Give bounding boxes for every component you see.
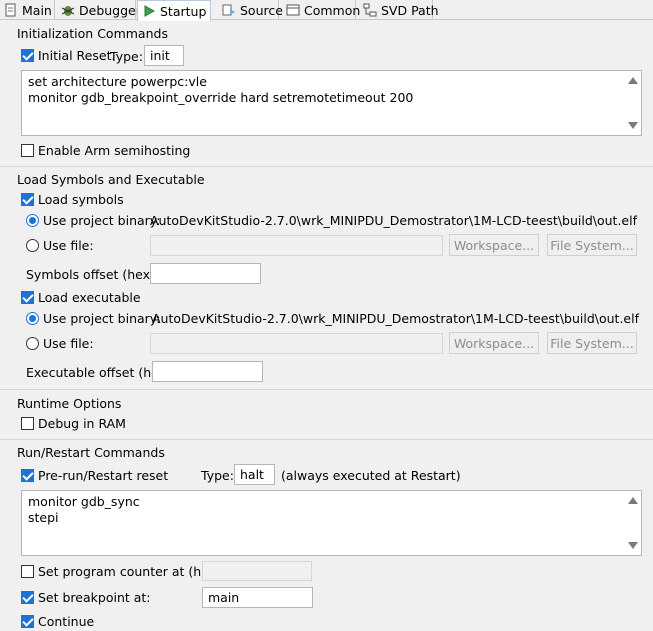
main-icon bbox=[4, 3, 18, 17]
checkbox-box[interactable] bbox=[21, 417, 34, 430]
semihosting-label: Enable Arm semihosting bbox=[38, 143, 191, 158]
run-type-note: (always executed at Restart) bbox=[281, 468, 461, 483]
separator bbox=[0, 389, 653, 390]
set-breakpoint-field[interactable]: main bbox=[202, 587, 313, 608]
tab-main[interactable]: Main bbox=[0, 0, 55, 20]
exec-project-path: AutoDevKitStudio-2.7.0\wrk_MINIPDU_Demos… bbox=[152, 311, 639, 326]
tab-source[interactable]: Source bbox=[218, 0, 283, 20]
tab-startup-label: Startup bbox=[160, 3, 207, 19]
checkbox-box[interactable] bbox=[21, 469, 34, 482]
tab-bar: Main Debugger Startup Source Common SVD … bbox=[0, 0, 653, 21]
exec-use-file-label: Use file: bbox=[43, 336, 94, 351]
run-type-field[interactable]: halt bbox=[234, 464, 275, 485]
load-group-title: Load Symbols and Executable bbox=[17, 172, 205, 187]
set-pc-checkbox[interactable]: Set program counter at (hex): bbox=[21, 564, 225, 579]
symbols-filesystem-button[interactable]: File System... bbox=[547, 234, 637, 256]
common-icon bbox=[286, 3, 300, 17]
tab-main-label: Main bbox=[22, 2, 52, 18]
init-commands-scrollbar[interactable] bbox=[625, 71, 641, 135]
symbols-use-file-label: Use file: bbox=[43, 238, 94, 253]
radio-dot[interactable] bbox=[26, 337, 39, 350]
checkbox-box[interactable] bbox=[21, 615, 34, 628]
set-breakpoint-label: Set breakpoint at: bbox=[38, 590, 151, 605]
scroll-down-icon[interactable] bbox=[628, 122, 638, 129]
prerun-reset-checkbox[interactable]: Pre-run/Restart reset bbox=[21, 468, 168, 483]
load-symbols-label: Load symbols bbox=[38, 192, 124, 207]
checkbox-box[interactable] bbox=[21, 144, 34, 157]
separator bbox=[0, 439, 653, 440]
run-commands-textarea[interactable]: monitor gdb_sync stepi bbox=[21, 490, 642, 556]
continue-label: Continue bbox=[38, 614, 95, 629]
init-command-line: set architecture powerpc:vle bbox=[28, 74, 207, 89]
exec-offset-field[interactable] bbox=[152, 361, 263, 382]
prerun-reset-label: Pre-run/Restart reset bbox=[38, 468, 169, 483]
exec-use-file-radio[interactable]: Use file: bbox=[26, 336, 94, 351]
run-commands-scrollbar[interactable] bbox=[625, 491, 641, 555]
symbols-workspace-button[interactable]: Workspace... bbox=[449, 234, 539, 256]
symbols-file-field[interactable] bbox=[150, 235, 443, 256]
debug-in-ram-label: Debug in RAM bbox=[38, 416, 126, 431]
radio-dot[interactable] bbox=[26, 312, 39, 325]
separator bbox=[0, 166, 653, 167]
run-command-line: stepi bbox=[28, 510, 59, 525]
checkbox-box[interactable] bbox=[21, 291, 34, 304]
semihosting-checkbox[interactable]: Enable Arm semihosting bbox=[21, 143, 190, 158]
radio-dot[interactable] bbox=[26, 214, 39, 227]
checkbox-box[interactable] bbox=[21, 193, 34, 206]
checkbox-box[interactable] bbox=[21, 49, 34, 62]
svd-icon bbox=[363, 3, 377, 17]
tab-source-label: Source bbox=[240, 2, 283, 18]
checkbox-box[interactable] bbox=[21, 565, 34, 578]
load-executable-label: Load executable bbox=[38, 290, 141, 305]
symbols-project-path: AutoDevKitStudio-2.7.0\wrk_MINIPDU_Demos… bbox=[150, 213, 637, 228]
symbols-offset-field[interactable] bbox=[150, 263, 261, 284]
scroll-up-icon[interactable] bbox=[628, 77, 638, 84]
tab-debugger-label: Debugger bbox=[79, 2, 141, 18]
scroll-up-icon[interactable] bbox=[628, 497, 638, 504]
load-executable-checkbox[interactable]: Load executable bbox=[21, 290, 141, 305]
source-icon bbox=[222, 3, 236, 17]
symbols-offset-label: Symbols offset (hex): bbox=[26, 267, 160, 282]
symbols-use-file-radio[interactable]: Use file: bbox=[26, 238, 94, 253]
symbols-use-project-label: Use project binary: bbox=[43, 213, 161, 228]
load-symbols-checkbox[interactable]: Load symbols bbox=[21, 192, 124, 207]
initial-reset-checkbox[interactable]: Initial Reset. bbox=[21, 48, 115, 63]
init-type-label: Type: bbox=[110, 49, 143, 64]
run-group-title: Run/Restart Commands bbox=[17, 445, 165, 460]
tab-common-label: Common bbox=[304, 2, 361, 18]
checkbox-box[interactable] bbox=[21, 591, 34, 604]
symbols-use-project-radio[interactable]: Use project binary: bbox=[26, 213, 161, 228]
tab-common[interactable]: Common bbox=[282, 0, 360, 20]
exec-workspace-button[interactable]: Workspace... bbox=[449, 332, 539, 354]
run-type-label: Type: bbox=[201, 468, 234, 483]
exec-file-field[interactable] bbox=[150, 333, 443, 354]
init-type-field[interactable]: init bbox=[144, 45, 184, 66]
init-command-line: monitor gdb_breakpoint_override hard set… bbox=[28, 90, 414, 105]
initial-reset-label: Initial Reset. bbox=[38, 48, 116, 63]
exec-use-project-label: Use project binary: bbox=[43, 311, 161, 326]
tab-startup[interactable]: Startup bbox=[137, 0, 211, 21]
tab-debugger[interactable]: Debugger bbox=[57, 0, 141, 20]
runtime-group-title: Runtime Options bbox=[17, 396, 122, 411]
continue-checkbox[interactable]: Continue bbox=[21, 614, 94, 629]
run-command-line: monitor gdb_sync bbox=[28, 494, 140, 509]
init-commands-textarea[interactable]: set architecture powerpc:vle monitor gdb… bbox=[21, 70, 642, 136]
tab-svd-path[interactable]: SVD Path bbox=[359, 0, 439, 20]
set-breakpoint-checkbox[interactable]: Set breakpoint at: bbox=[21, 590, 151, 605]
bug-icon bbox=[61, 3, 75, 17]
init-group-title: Initialization Commands bbox=[17, 26, 168, 41]
exec-use-project-radio[interactable]: Use project binary: bbox=[26, 311, 161, 326]
radio-dot[interactable] bbox=[26, 239, 39, 252]
set-pc-label: Set program counter at (hex): bbox=[38, 564, 226, 579]
debug-in-ram-checkbox[interactable]: Debug in RAM bbox=[21, 416, 126, 431]
set-pc-field[interactable] bbox=[202, 561, 312, 581]
scroll-down-icon[interactable] bbox=[628, 542, 638, 549]
play-icon bbox=[142, 4, 156, 18]
tab-svd-path-label: SVD Path bbox=[381, 2, 439, 18]
exec-filesystem-button[interactable]: File System... bbox=[547, 332, 637, 354]
